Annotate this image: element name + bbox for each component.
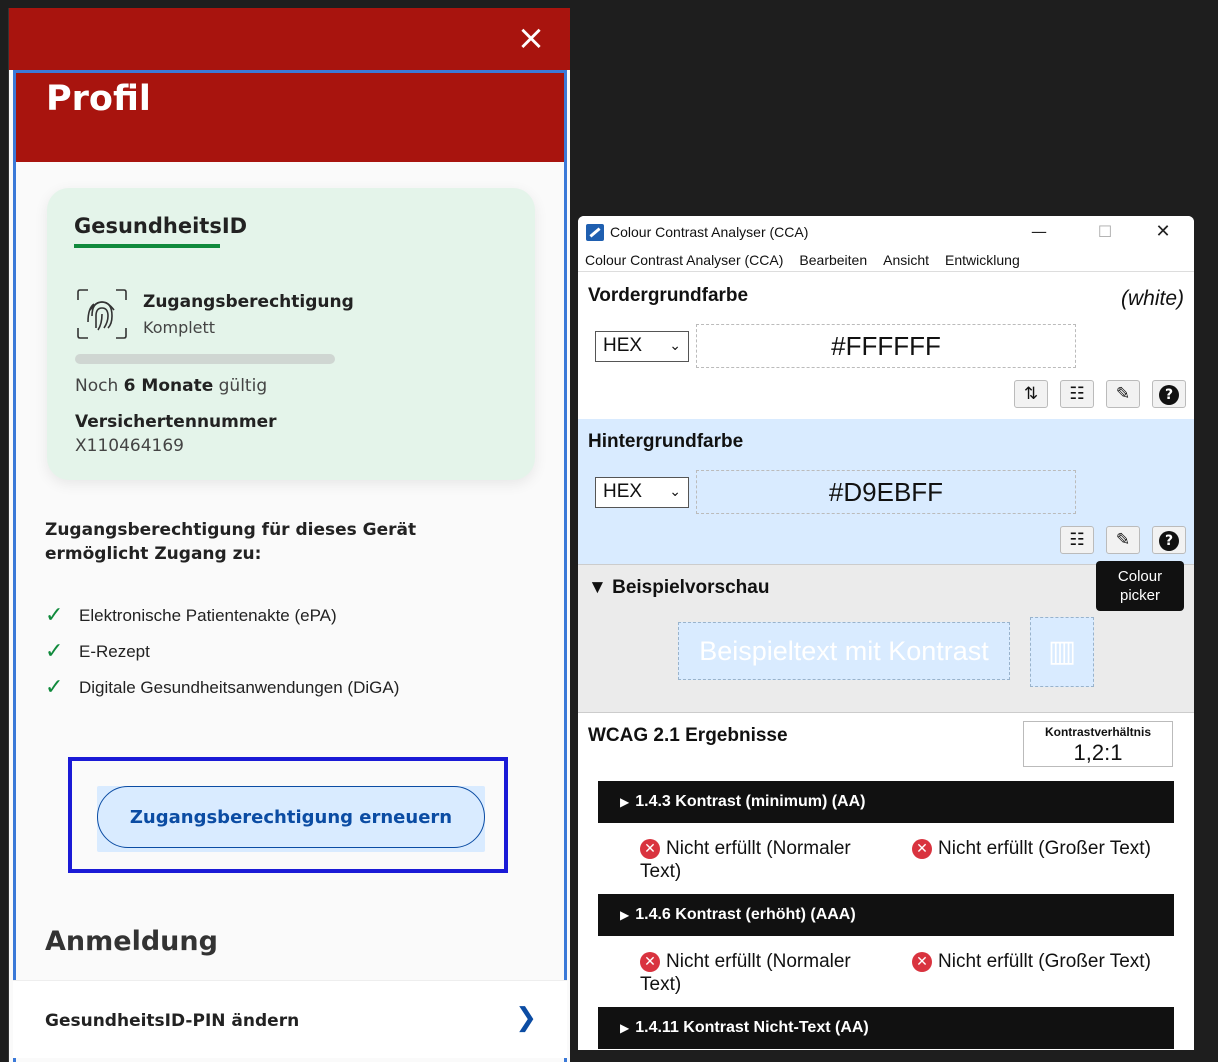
foreground-color-name: (white): [1120, 287, 1184, 310]
chart-sample-icon: ▥: [1030, 617, 1094, 687]
sliders-icon[interactable]: ☷: [1060, 380, 1094, 408]
access-label: Zugangsberechtigung: [143, 292, 354, 312]
change-pin-label: GesundheitsID-PIN ändern: [45, 1011, 300, 1031]
maximize-button[interactable]: ☐: [1082, 218, 1128, 246]
card-title-underline: [74, 244, 220, 248]
renew-access-button[interactable]: Zugangsberechtigung erneuern: [97, 786, 485, 848]
result-normal-text: ✕ Nicht erfüllt (Normaler Text): [640, 838, 851, 882]
checkmark-icon: ✓: [45, 603, 64, 628]
fail-icon: ✕: [640, 952, 660, 972]
validity-text: Noch 6 Monate gültig: [75, 376, 268, 396]
menu-item-dev[interactable]: Entwicklung: [945, 252, 1020, 268]
result-large-text: ✕ Nicht erfüllt (Großer Text): [912, 950, 1182, 973]
profile-panel: × Profil GesundheitsID Zugangsberechtigu…: [8, 8, 570, 1062]
app-icon: [586, 224, 604, 241]
checkmark-icon: ✓: [45, 639, 64, 664]
background-format-select[interactable]: HEX ⌄: [595, 477, 689, 508]
results-title: WCAG 2.1 Ergebnisse: [588, 725, 788, 746]
list-item: ✓ Digitale Gesundheitsanwendungen (DiGA): [45, 675, 400, 700]
minimize-button[interactable]: —: [1016, 218, 1062, 246]
window-title: Colour Contrast Analyser (CCA): [610, 224, 809, 240]
access-heading: Zugangsberechtigung für dieses Gerät erm…: [45, 520, 417, 564]
fingerprint-icon: [77, 289, 127, 339]
criterion-1-4-11[interactable]: ▶ 1.4.11 Kontrast Nicht-Text (AA): [598, 1007, 1174, 1049]
fail-icon: ✕: [640, 839, 660, 859]
background-tools: ☷ ✎ ?: [1060, 526, 1186, 554]
chevron-down-icon: ⌄: [669, 338, 681, 354]
preview-sample-text: Beispieltext mit Kontrast: [678, 622, 1010, 680]
criterion-1-4-3[interactable]: ▶ 1.4.3 Kontrast (minimum) (AA): [598, 781, 1174, 823]
chevron-down-icon: ⌄: [669, 484, 681, 500]
profile-header: Profil: [13, 70, 567, 162]
result-normal-text: ✕ Nicht erfüllt (Normaler Text): [640, 951, 851, 995]
gesundheitsid-card: GesundheitsID Zugangsberechtigung Komple…: [47, 188, 535, 480]
foreground-section: Vordergrundfarbe (white) HEX ⌄ #FFFFFF ⇅ …: [578, 273, 1194, 419]
renew-button-area: Zugangsberechtigung erneuern: [97, 786, 485, 852]
contrast-ratio-label: Kontrastverhältnis: [1044, 725, 1152, 739]
menu-item-view[interactable]: Ansicht: [883, 252, 929, 268]
validity-progress: [75, 354, 335, 364]
page-title: Profil: [46, 79, 151, 119]
background-section: Hintergrundfarbe HEX ⌄ #D9EBFF ☷ ✎ ?: [578, 419, 1194, 564]
list-item: ✓ E-Rezept: [45, 639, 150, 664]
login-heading: Anmeldung: [45, 926, 218, 957]
top-bar: ×: [9, 8, 570, 70]
menu-item-edit[interactable]: Bearbeiten: [799, 252, 867, 268]
result-large-text: ✕ Nicht erfüllt (Großer Text): [912, 837, 1182, 860]
screen: × Profil GesundheitsID Zugangsberechtigu…: [0, 0, 1218, 1062]
help-icon[interactable]: ?: [1152, 380, 1186, 408]
foreground-hex-input[interactable]: #FFFFFF: [696, 324, 1076, 368]
sliders-icon[interactable]: ☷: [1060, 526, 1094, 554]
checkmark-icon: ✓: [45, 675, 64, 700]
contrast-ratio-value: 1,2:1: [1073, 740, 1123, 765]
window-close-button[interactable]: ✕: [1140, 218, 1186, 246]
insurance-number-label: Versichertennummer: [75, 412, 277, 432]
cca-window: Colour Contrast Analyser (CCA) — ☐ ✕ Col…: [578, 216, 1194, 1050]
title-bar: Colour Contrast Analyser (CCA) — ☐ ✕: [578, 216, 1194, 248]
chevron-right-icon: ❯: [515, 1003, 537, 1033]
contrast-ratio-box: Kontrastverhältnis 1,2:1: [1023, 721, 1173, 767]
results-section: WCAG 2.1 Ergebnisse Kontrastverhältnis 1…: [578, 712, 1194, 1050]
criterion-1-4-6[interactable]: ▶ 1.4.6 Kontrast (erhöht) (AAA): [598, 894, 1174, 936]
fail-icon: ✕: [912, 839, 932, 859]
foreground-format-select[interactable]: HEX ⌄: [595, 331, 689, 362]
list-item: ✓ Elektronische Patientenakte (ePA): [45, 603, 337, 628]
swap-icon[interactable]: ⇅: [1014, 380, 1048, 408]
foreground-title: Vordergrundfarbe: [588, 285, 749, 306]
close-icon[interactable]: ×: [513, 18, 549, 58]
change-pin-item[interactable]: GesundheitsID-PIN ändern ❯: [13, 980, 567, 1058]
card-title: GesundheitsID: [74, 214, 248, 238]
eyedropper-icon[interactable]: ✎: [1106, 380, 1140, 408]
preview-toggle[interactable]: ▼ Beispielvorschau: [588, 577, 769, 599]
colour-picker-tooltip: Colour picker: [1096, 561, 1184, 611]
menu-item-app[interactable]: Colour Contrast Analyser (CCA): [585, 252, 783, 268]
insurance-number-value: X110464169: [75, 436, 184, 456]
eyedropper-icon[interactable]: ✎: [1106, 526, 1140, 554]
help-icon[interactable]: ?: [1152, 526, 1186, 554]
access-list: ✓ Elektronische Patientenakte (ePA) ✓ E-Re…: [45, 598, 399, 706]
access-value: Komplett: [143, 318, 216, 337]
menu-bar: Colour Contrast Analyser (CCA) Bearbeite…: [578, 248, 1194, 272]
fail-icon: ✕: [912, 952, 932, 972]
background-hex-input[interactable]: #D9EBFF: [696, 470, 1076, 514]
background-title: Hintergrundfarbe: [588, 431, 744, 452]
foreground-tools: ⇅ ☷ ✎ ?: [1014, 380, 1186, 408]
